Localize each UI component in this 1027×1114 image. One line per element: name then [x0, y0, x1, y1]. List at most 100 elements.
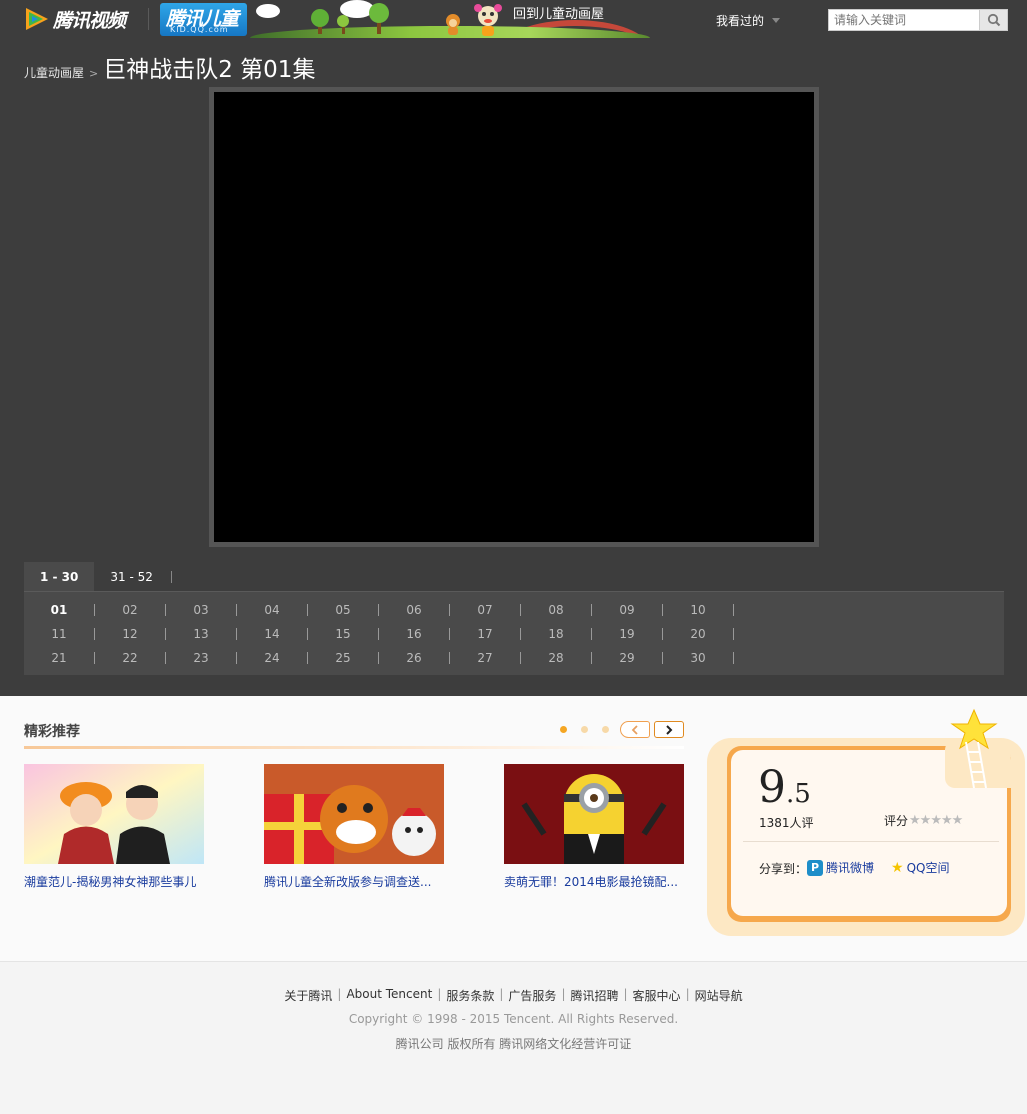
footer-link-jobs[interactable]: 腾讯招聘: [570, 987, 618, 1004]
episode-cell: 27: [450, 646, 521, 670]
episode-cell: 30: [663, 646, 734, 670]
episode-link[interactable]: 14: [237, 627, 307, 641]
episode-link[interactable]: 09: [592, 603, 662, 617]
episode-link[interactable]: 10: [663, 603, 733, 617]
tab-episodes-1-30[interactable]: 1 - 30: [24, 562, 95, 592]
kid-domain-text: KID.QQ.com: [170, 25, 229, 34]
recommend-card[interactable]: 腾讯儿童全新改版参与调查送...: [264, 764, 444, 890]
recommend-thumbnail[interactable]: [24, 764, 204, 864]
episode-cell: 20: [663, 622, 734, 646]
search-button[interactable]: [979, 9, 1008, 31]
episode-link[interactable]: 02: [95, 603, 165, 617]
copyright-text: Copyright © 1998 - 2015 Tencent. All Rig…: [348, 1012, 679, 1026]
play-logo-icon: [22, 5, 50, 33]
recommend-card[interactable]: 潮童范儿-揭秘男神女神那些事儿: [24, 764, 204, 890]
episode-cell: 17: [450, 622, 521, 646]
rating-count: 1381人评: [759, 816, 814, 830]
kids-fashion-image: [24, 764, 204, 864]
watch-history-dropdown[interactable]: 我看过的: [716, 12, 781, 29]
episode-link[interactable]: 30: [663, 651, 733, 665]
episode-link[interactable]: 24: [237, 651, 307, 665]
top-dark-area: 腾讯视频 腾讯儿童 KID.QQ.com 回到儿童动画屋 我看过的 请输入关键词…: [0, 0, 1027, 696]
carousel-dot-active[interactable]: [560, 726, 567, 733]
episode-cell: 14: [237, 622, 308, 646]
episode-cell: 26: [379, 646, 450, 670]
episode-cell: 23: [166, 646, 237, 670]
episode-link[interactable]: 22: [95, 651, 165, 665]
footer-link-support[interactable]: 客服中心: [633, 987, 681, 1004]
episode-link[interactable]: 08: [521, 603, 591, 617]
episode-link[interactable]: 15: [308, 627, 378, 641]
episode-row: 21 22 23 24 25 26 27 28 29 30: [24, 646, 1004, 670]
page-title: 巨神战击队2 第01集: [103, 57, 316, 83]
carousel-dot[interactable]: [602, 726, 609, 733]
footer-link-about[interactable]: 关于腾讯: [284, 987, 332, 1004]
episode-cell: 29: [592, 646, 663, 670]
video-screen[interactable]: [214, 92, 814, 542]
search-input[interactable]: [828, 9, 980, 31]
carousel-next-button[interactable]: [654, 721, 684, 738]
header: 腾讯视频 腾讯儿童 KID.QQ.com 回到儿童动画屋 我看过的 请输入关键词: [0, 0, 1027, 38]
chevron-down-icon: [772, 18, 781, 23]
tencent-video-logo[interactable]: 腾讯视频: [22, 4, 134, 34]
episode-link[interactable]: 23: [166, 651, 236, 665]
episode-cell: 15: [308, 622, 379, 646]
tree-icon: [369, 3, 389, 34]
carousel-prev-button[interactable]: [620, 721, 650, 738]
cloud-icon: [256, 4, 280, 18]
episode-cell: 18: [521, 622, 592, 646]
episode-cell: 19: [592, 622, 663, 646]
recommend-caption[interactable]: 卖萌无罪！2014电影最抢镜配...: [504, 873, 684, 890]
episode-cell: 21: [24, 646, 95, 670]
episode-link[interactable]: 26: [379, 651, 449, 665]
episode-link[interactable]: 29: [592, 651, 662, 665]
episode-link[interactable]: 05: [308, 603, 378, 617]
gift-cartoon-image: [264, 764, 444, 864]
episode-link[interactable]: 12: [95, 627, 165, 641]
episode-link[interactable]: 16: [379, 627, 449, 641]
episode-link-current[interactable]: 01: [24, 603, 94, 617]
carousel-dots: [560, 726, 623, 733]
episode-cell: 24: [237, 646, 308, 670]
recommend-caption[interactable]: 潮童范儿-揭秘男神女神那些事儿: [24, 873, 204, 890]
chevron-left-icon: [631, 724, 638, 735]
back-to-kids-link[interactable]: 回到儿童动画屋: [513, 3, 604, 22]
episode-link[interactable]: 21: [24, 651, 94, 665]
episode-cell: 25: [308, 646, 379, 670]
episode-link[interactable]: 03: [166, 603, 236, 617]
breadcrumb-parent-link[interactable]: 儿童动画屋: [24, 64, 84, 81]
episode-link[interactable]: 13: [166, 627, 236, 641]
tab-episodes-31-52[interactable]: 31 - 52: [94, 562, 169, 592]
footer-link-terms[interactable]: 服务条款: [446, 987, 494, 1004]
episode-link[interactable]: 06: [379, 603, 449, 617]
video-player[interactable]: [209, 87, 819, 547]
star-ladder-icon: [950, 708, 998, 789]
episode-link[interactable]: 04: [237, 603, 307, 617]
episode-link[interactable]: 28: [521, 651, 591, 665]
recommend-card[interactable]: 卖萌无罪！2014电影最抢镜配...: [504, 764, 684, 890]
tencent-kids-logo[interactable]: 腾讯儿童 KID.QQ.com: [160, 3, 247, 36]
tree-icon: [337, 15, 349, 34]
share-weibo-link[interactable]: P 腾讯微博: [807, 859, 874, 876]
episode-link[interactable]: 19: [592, 627, 662, 641]
carousel-dot[interactable]: [581, 726, 588, 733]
footer-link-ads[interactable]: 广告服务: [508, 987, 556, 1004]
footer-link-about-en[interactable]: About Tencent: [346, 987, 432, 1004]
episode-link[interactable]: 18: [521, 627, 591, 641]
episode-cell: 12: [95, 622, 166, 646]
recommend-caption[interactable]: 腾讯儿童全新改版参与调查送...: [264, 873, 444, 890]
episode-link[interactable]: 27: [450, 651, 520, 665]
episode-link[interactable]: 07: [450, 603, 520, 617]
tree-icon: [311, 9, 329, 34]
footer-link-sitemap[interactable]: 网站导航: [695, 987, 743, 1004]
episode-link[interactable]: 25: [308, 651, 378, 665]
share-qzone-link[interactable]: ★ QQ空间: [891, 859, 949, 876]
episode-link[interactable]: 17: [450, 627, 520, 641]
episode-link[interactable]: 20: [663, 627, 733, 641]
episode-cell: 28: [521, 646, 592, 670]
rate-stars[interactable]: ★★★★★: [909, 813, 963, 828]
recommend-thumbnail[interactable]: [504, 764, 684, 864]
episode-link[interactable]: 11: [24, 627, 94, 641]
episode-cell: 10: [663, 598, 734, 622]
recommend-thumbnail[interactable]: [264, 764, 444, 864]
